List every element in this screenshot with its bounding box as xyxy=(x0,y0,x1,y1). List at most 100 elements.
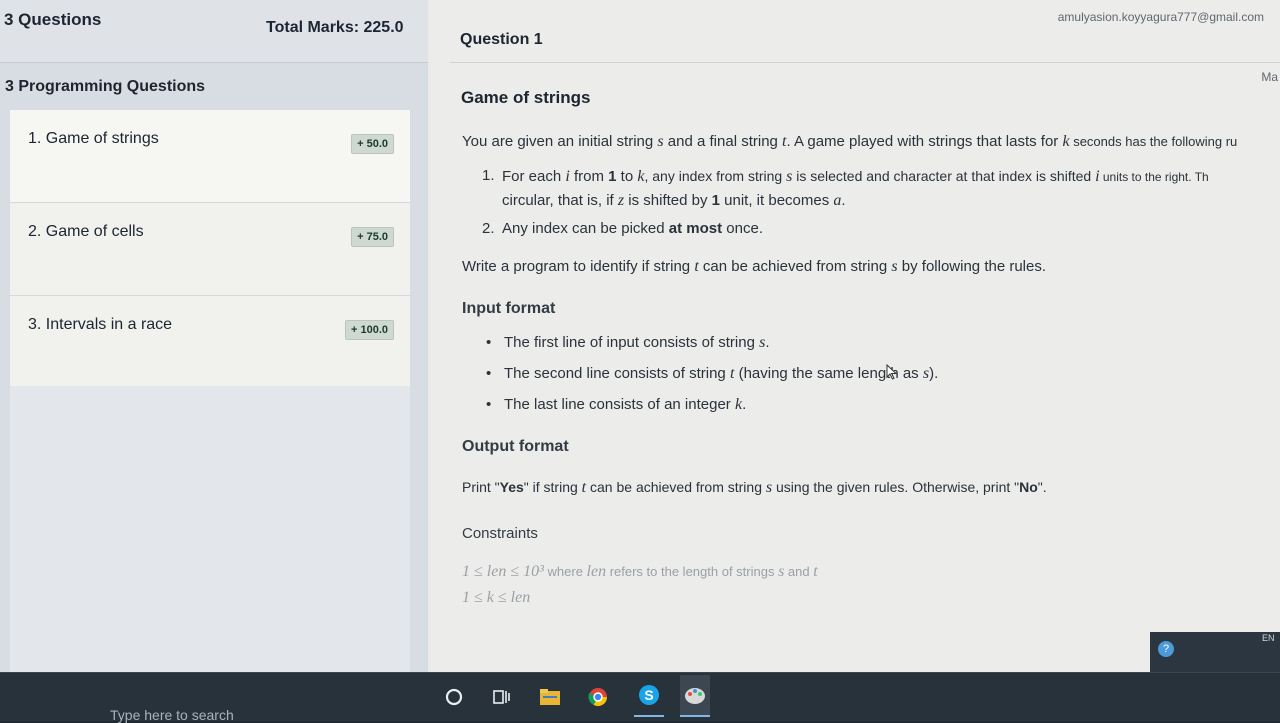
rule-item: 2. Any index can be picked at most once. xyxy=(462,217,1272,241)
text: from xyxy=(569,168,609,185)
question-item-label: 1. Game of strings xyxy=(28,130,159,147)
text: . xyxy=(742,396,747,413)
text: using the given rules. Otherwise, print … xyxy=(772,479,1020,495)
text: is selected and character at that index … xyxy=(792,168,1096,184)
output-format-heading: Output format xyxy=(462,438,569,455)
divider xyxy=(450,62,1280,63)
file-explorer-icon[interactable] xyxy=(538,685,562,709)
user-email: amulyasion.koyyagura777@gmail.com xyxy=(1057,10,1264,24)
write-program-text: Write a program to identify if string t … xyxy=(462,255,1272,279)
input-format-heading: Input format xyxy=(462,300,556,317)
help-icon[interactable]: ? xyxy=(1158,641,1174,657)
sidebar-header: 3 Questions Total Marks: 225.0 xyxy=(0,0,428,63)
rule-number: 1. xyxy=(482,167,495,184)
rule-number: 2. xyxy=(482,220,495,237)
chrome-icon[interactable] xyxy=(586,685,610,709)
rules-list: 1. For each i from 1 to k, any index fro… xyxy=(462,164,1272,241)
text: seconds has the following ru xyxy=(1069,134,1238,149)
paint-app-icon[interactable] xyxy=(680,675,710,717)
skype-icon[interactable]: S xyxy=(634,675,664,717)
text: No xyxy=(1019,479,1038,495)
text: Yes xyxy=(499,479,524,495)
math-var: t xyxy=(813,563,818,580)
question-item-label: 3. Intervals in a race xyxy=(28,316,173,333)
input-item: • The first line of input consists of st… xyxy=(462,331,1272,355)
input-item: • The last line consists of an integer k… xyxy=(462,393,1272,417)
input-format-list: • The first line of input consists of st… xyxy=(462,331,1272,417)
question-label: Question xyxy=(460,31,530,48)
question-header: Question 1 xyxy=(460,31,543,49)
language-indicator[interactable]: EN xyxy=(1262,633,1275,643)
text: to xyxy=(616,168,638,185)
constraint-line: 1 ≤ k ≤ len xyxy=(462,586,1272,610)
text: 1 xyxy=(608,168,617,185)
problem-title: Game of strings xyxy=(461,88,591,107)
text: units to the right. Th xyxy=(1099,170,1209,184)
text: and xyxy=(784,564,814,579)
math-var: len xyxy=(586,563,607,580)
section-title: 3 Programming Questions xyxy=(5,78,206,95)
text: circular, that is, if xyxy=(502,192,618,209)
total-marks: Total Marks: 225.0 xyxy=(266,19,404,36)
text: and a final string xyxy=(663,133,783,150)
bullet-icon: • xyxy=(486,365,492,382)
bullet-icon: • xyxy=(486,334,492,351)
text: Print " xyxy=(462,479,500,495)
text: You are given an initial string xyxy=(462,133,658,150)
text: ). xyxy=(929,365,939,382)
math-var: k xyxy=(1062,133,1070,150)
task-view-icon[interactable] xyxy=(490,685,514,709)
svg-text:S: S xyxy=(644,687,653,703)
marks-badge: + 100.0 xyxy=(344,320,394,340)
text: refers to the length of strings xyxy=(606,564,779,579)
text: can be achieved from string xyxy=(586,479,766,495)
problem-statement: You are given an initial string s and a … xyxy=(462,130,1272,610)
question-item-game-of-strings[interactable]: 1. Game of strings + 50.0 xyxy=(10,110,410,203)
marks-badge: + 50.0 xyxy=(351,134,394,154)
rule-item: 1. For each i from 1 to k, any index fro… xyxy=(462,164,1272,213)
cortana-icon[interactable] xyxy=(442,685,466,709)
math-expr: 1 ≤ len ≤ 10³ xyxy=(462,563,544,580)
text: is shifted by xyxy=(624,192,712,209)
questions-count: 3 Questions xyxy=(4,10,102,29)
text: For each xyxy=(502,168,566,185)
question-item-game-of-cells[interactable]: 2. Game of cells + 75.0 xyxy=(10,203,410,296)
question-number: 1 xyxy=(533,31,543,48)
constraint-line: 1 ≤ len ≤ 10³ where len refers to the le… xyxy=(462,560,1272,584)
marks-badge: + 75.0 xyxy=(351,227,394,247)
taskbar-search-input[interactable]: Type here to search xyxy=(110,707,234,723)
text: . xyxy=(841,192,846,209)
mouse-cursor-icon xyxy=(886,364,898,380)
math-expr: 1 ≤ k ≤ len xyxy=(462,589,531,606)
math-var: k xyxy=(734,396,743,413)
text: unit, it becomes xyxy=(720,192,834,209)
text: The last line consists of an integer xyxy=(504,396,735,413)
screen: 3 Questions Total Marks: 225.0 3 Program… xyxy=(0,0,1280,672)
text: by following the rules. xyxy=(897,258,1047,275)
text: Write a program to identify if string xyxy=(462,258,695,275)
text: can be achieved from string xyxy=(698,258,892,275)
text: The second line consists of string xyxy=(504,365,730,382)
text: " if string xyxy=(523,479,582,495)
problem-intro: You are given an initial string s and a … xyxy=(462,130,1272,154)
text: . xyxy=(765,334,770,351)
text: The first line of input consists of stri… xyxy=(504,334,760,351)
input-item: • The second line consists of string t (… xyxy=(462,362,1272,386)
bullet-icon: • xyxy=(486,396,492,413)
marks-label-partial: Ma xyxy=(1261,70,1278,84)
question-panel: amulyasion.koyyagura777@gmail.com Questi… xyxy=(430,0,1280,672)
output-format-text: Print "Yes" if string t can be achieved … xyxy=(462,475,1272,500)
text: where xyxy=(543,564,587,579)
taskbar: Type here to search S xyxy=(0,672,1280,723)
text: Any index can be picked xyxy=(502,220,669,237)
text: . A game played with strings that lasts … xyxy=(786,133,1063,150)
sidebar-empty-area xyxy=(10,386,410,672)
text: , any index from string xyxy=(644,168,787,184)
constraints-heading: Constraints xyxy=(462,525,538,542)
text: at most xyxy=(668,220,723,237)
question-sidebar: 3 Questions Total Marks: 225.0 3 Program… xyxy=(0,0,428,672)
question-item-intervals-in-a-race[interactable]: 3. Intervals in a race + 100.0 xyxy=(10,296,410,389)
text: ". xyxy=(1037,479,1047,495)
question-list: 1. Game of strings + 50.0 2. Game of cel… xyxy=(10,110,410,389)
text: once. xyxy=(722,220,763,237)
